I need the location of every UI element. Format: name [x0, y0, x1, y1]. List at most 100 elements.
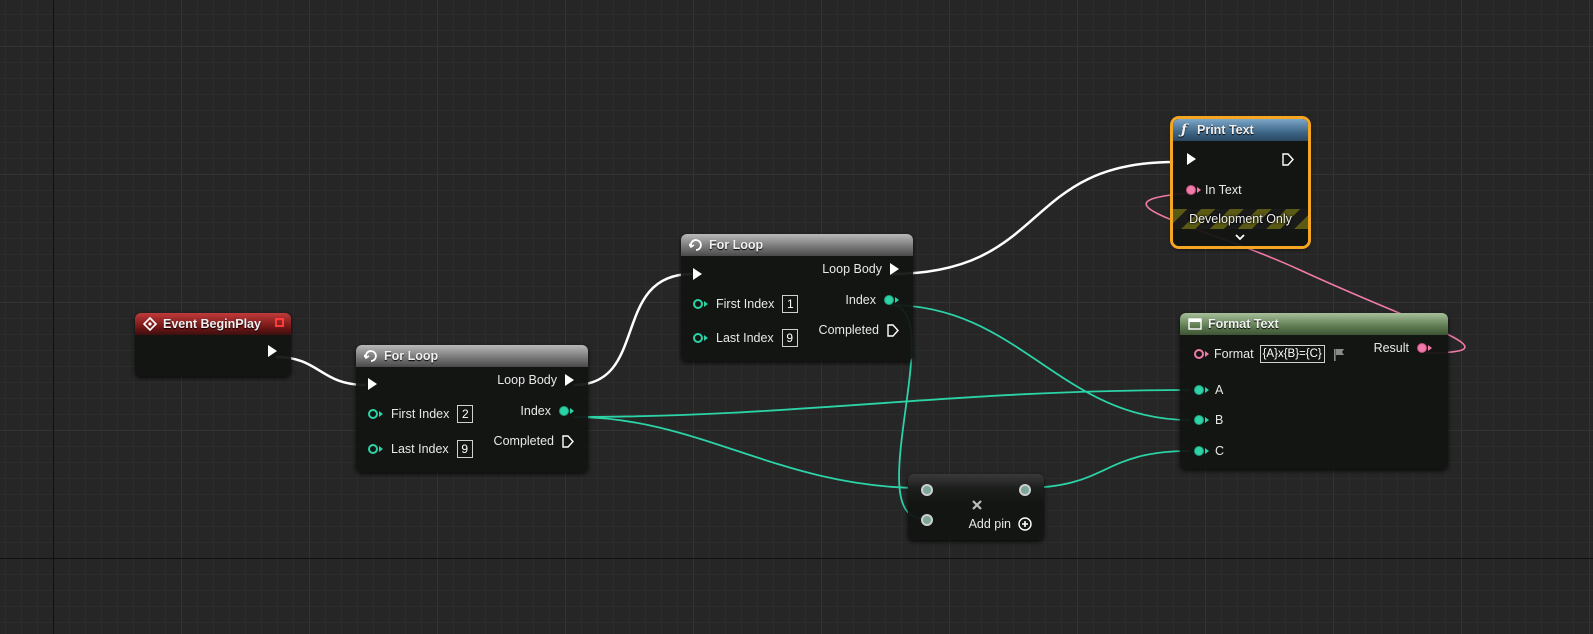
function-f-icon: ƒ: [1181, 122, 1188, 138]
exec-in-pin[interactable]: [693, 268, 702, 280]
exec-output-icon: [268, 345, 277, 357]
exec-out-pin[interactable]: [268, 345, 277, 357]
delegate-pin-icon[interactable]: [275, 318, 284, 327]
for-loop-header[interactable]: For Loop: [356, 345, 588, 367]
first-index-input[interactable]: 2: [457, 405, 474, 423]
pin-label: C: [1215, 444, 1225, 458]
int-pin-icon: [368, 444, 378, 454]
format-arg-a-pin[interactable]: A: [1194, 383, 1223, 397]
wildcard-pin-icon: [1194, 415, 1204, 425]
node-title: For Loop: [384, 349, 439, 363]
pin-label: First Index: [391, 407, 450, 421]
localization-flag-icon[interactable]: [1333, 348, 1345, 361]
exec-wire-loop2-to-print[interactable]: [889, 160, 1175, 276]
print-text-node[interactable]: ƒ Print Text In Text Development Only: [1173, 119, 1308, 246]
event-begin-play-header[interactable]: Event BeginPlay: [135, 313, 291, 335]
format-pin[interactable]: Format {A}x{B}={C}: [1194, 345, 1345, 363]
format-arg-c-pin[interactable]: C: [1194, 444, 1224, 458]
node-title: Format Text: [1208, 317, 1279, 331]
chevron-down-icon[interactable]: [1234, 230, 1246, 242]
pin-label: Completed: [818, 323, 879, 337]
last-index-pin[interactable]: Last Index 9: [693, 329, 798, 347]
pin-label: A: [1215, 383, 1224, 397]
exec-input-icon: [1187, 153, 1196, 165]
pin-arrow-icon: [1205, 387, 1209, 393]
format-text-header[interactable]: Format Text: [1180, 313, 1448, 335]
index-out-pin[interactable]: Index: [845, 293, 899, 307]
last-index-input[interactable]: 9: [781, 329, 798, 347]
pin-label: B: [1215, 413, 1224, 427]
first-index-pin[interactable]: First Index 2: [368, 405, 474, 423]
in-text-pin[interactable]: In Text: [1186, 183, 1242, 197]
event-begin-play-node[interactable]: Event BeginPlay: [135, 313, 291, 376]
development-only-banner: Development Only: [1173, 209, 1308, 229]
multiply-x-icon: [971, 498, 983, 510]
for-loop-node-1[interactable]: For Loop First Index 2 Last Index 9 Loop…: [356, 345, 588, 472]
exec-out-pin[interactable]: [1282, 153, 1294, 166]
pin-arrow-icon: [895, 297, 899, 303]
int-pin-icon: [693, 333, 703, 343]
last-index-pin[interactable]: Last Index 9: [368, 440, 473, 458]
exec-input-icon: [368, 378, 377, 390]
int-pin-icon: [921, 514, 933, 526]
format-text-node[interactable]: Format Text Format {A}x{B}={C} Result A …: [1180, 313, 1448, 469]
int-wire-index2-to-b[interactable]: [889, 304, 1191, 421]
pin-arrow-icon: [1428, 345, 1432, 351]
int-wire-index1-to-a[interactable]: [573, 389, 1191, 418]
int-pin-icon: [921, 484, 933, 496]
exec-output-icon: [565, 374, 574, 386]
first-index-input[interactable]: 1: [782, 295, 799, 313]
format-input[interactable]: {A}x{B}={C}: [1259, 345, 1325, 363]
multiply-node[interactable]: Add pin: [908, 474, 1044, 540]
completed-pin[interactable]: Completed: [494, 434, 574, 448]
for-loop-node-2[interactable]: For Loop First Index 1 Last Index 9 Loop…: [681, 234, 913, 361]
exec-in-pin[interactable]: [368, 378, 377, 390]
node-title: For Loop: [709, 238, 764, 252]
add-circle-icon: [1018, 517, 1032, 531]
print-text-header[interactable]: ƒ Print Text: [1173, 119, 1308, 141]
add-pin-label: Add pin: [968, 517, 1011, 531]
wildcard-pin-icon: [1194, 385, 1204, 395]
for-loop-header[interactable]: For Loop: [681, 234, 913, 256]
loop-body-pin[interactable]: Loop Body: [497, 373, 574, 387]
int-pin-icon: [693, 299, 703, 309]
text-pin-icon: [1194, 349, 1204, 359]
pin-arrow-icon: [570, 408, 574, 414]
event-diamond-icon: [143, 317, 157, 331]
pin-label: Result: [1373, 341, 1409, 355]
index-out-pin[interactable]: Index: [520, 404, 574, 418]
exec-output-empty-icon: [1282, 153, 1294, 166]
pin-arrow-icon: [704, 335, 708, 341]
completed-pin[interactable]: Completed: [819, 323, 899, 337]
first-index-pin[interactable]: First Index 1: [693, 295, 799, 313]
exec-wire-loop1-to-loop2[interactable]: [573, 272, 693, 387]
exec-input-icon: [693, 268, 702, 280]
format-arg-b-pin[interactable]: B: [1194, 413, 1223, 427]
loop-body-pin[interactable]: Loop Body: [822, 262, 899, 276]
exec-output-empty-icon: [562, 434, 574, 448]
multiply-output-pin[interactable]: [1019, 484, 1031, 496]
int-pin-icon: [368, 409, 378, 419]
pin-label: Last Index: [716, 331, 774, 345]
exec-in-pin[interactable]: [1187, 153, 1196, 165]
int-wire-multiply-to-c[interactable]: [1021, 450, 1191, 489]
development-only-label: Development Only: [1189, 212, 1292, 226]
node-title: Event BeginPlay: [163, 317, 261, 331]
pin-arrow-icon: [704, 301, 708, 307]
pin-arrow-icon: [1197, 187, 1201, 193]
loop-macro-icon: [364, 349, 378, 363]
pin-label: Completed: [493, 434, 554, 448]
text-pin-icon: [1186, 185, 1196, 195]
pin-label: Loop Body: [497, 373, 557, 387]
last-index-input[interactable]: 9: [456, 440, 473, 458]
multiply-input-b-pin[interactable]: [921, 514, 933, 526]
result-pin[interactable]: Result: [1374, 341, 1432, 355]
loop-macro-icon: [689, 238, 703, 252]
int-pin-icon: [884, 295, 894, 305]
add-pin-button[interactable]: Add pin: [969, 517, 1032, 531]
pin-label: Format: [1214, 347, 1254, 361]
int-wire-index1-to-multiply-a[interactable]: [573, 416, 923, 489]
pin-arrow-icon: [379, 446, 383, 452]
pin-label: Loop Body: [822, 262, 882, 276]
multiply-input-a-pin[interactable]: [921, 484, 933, 496]
